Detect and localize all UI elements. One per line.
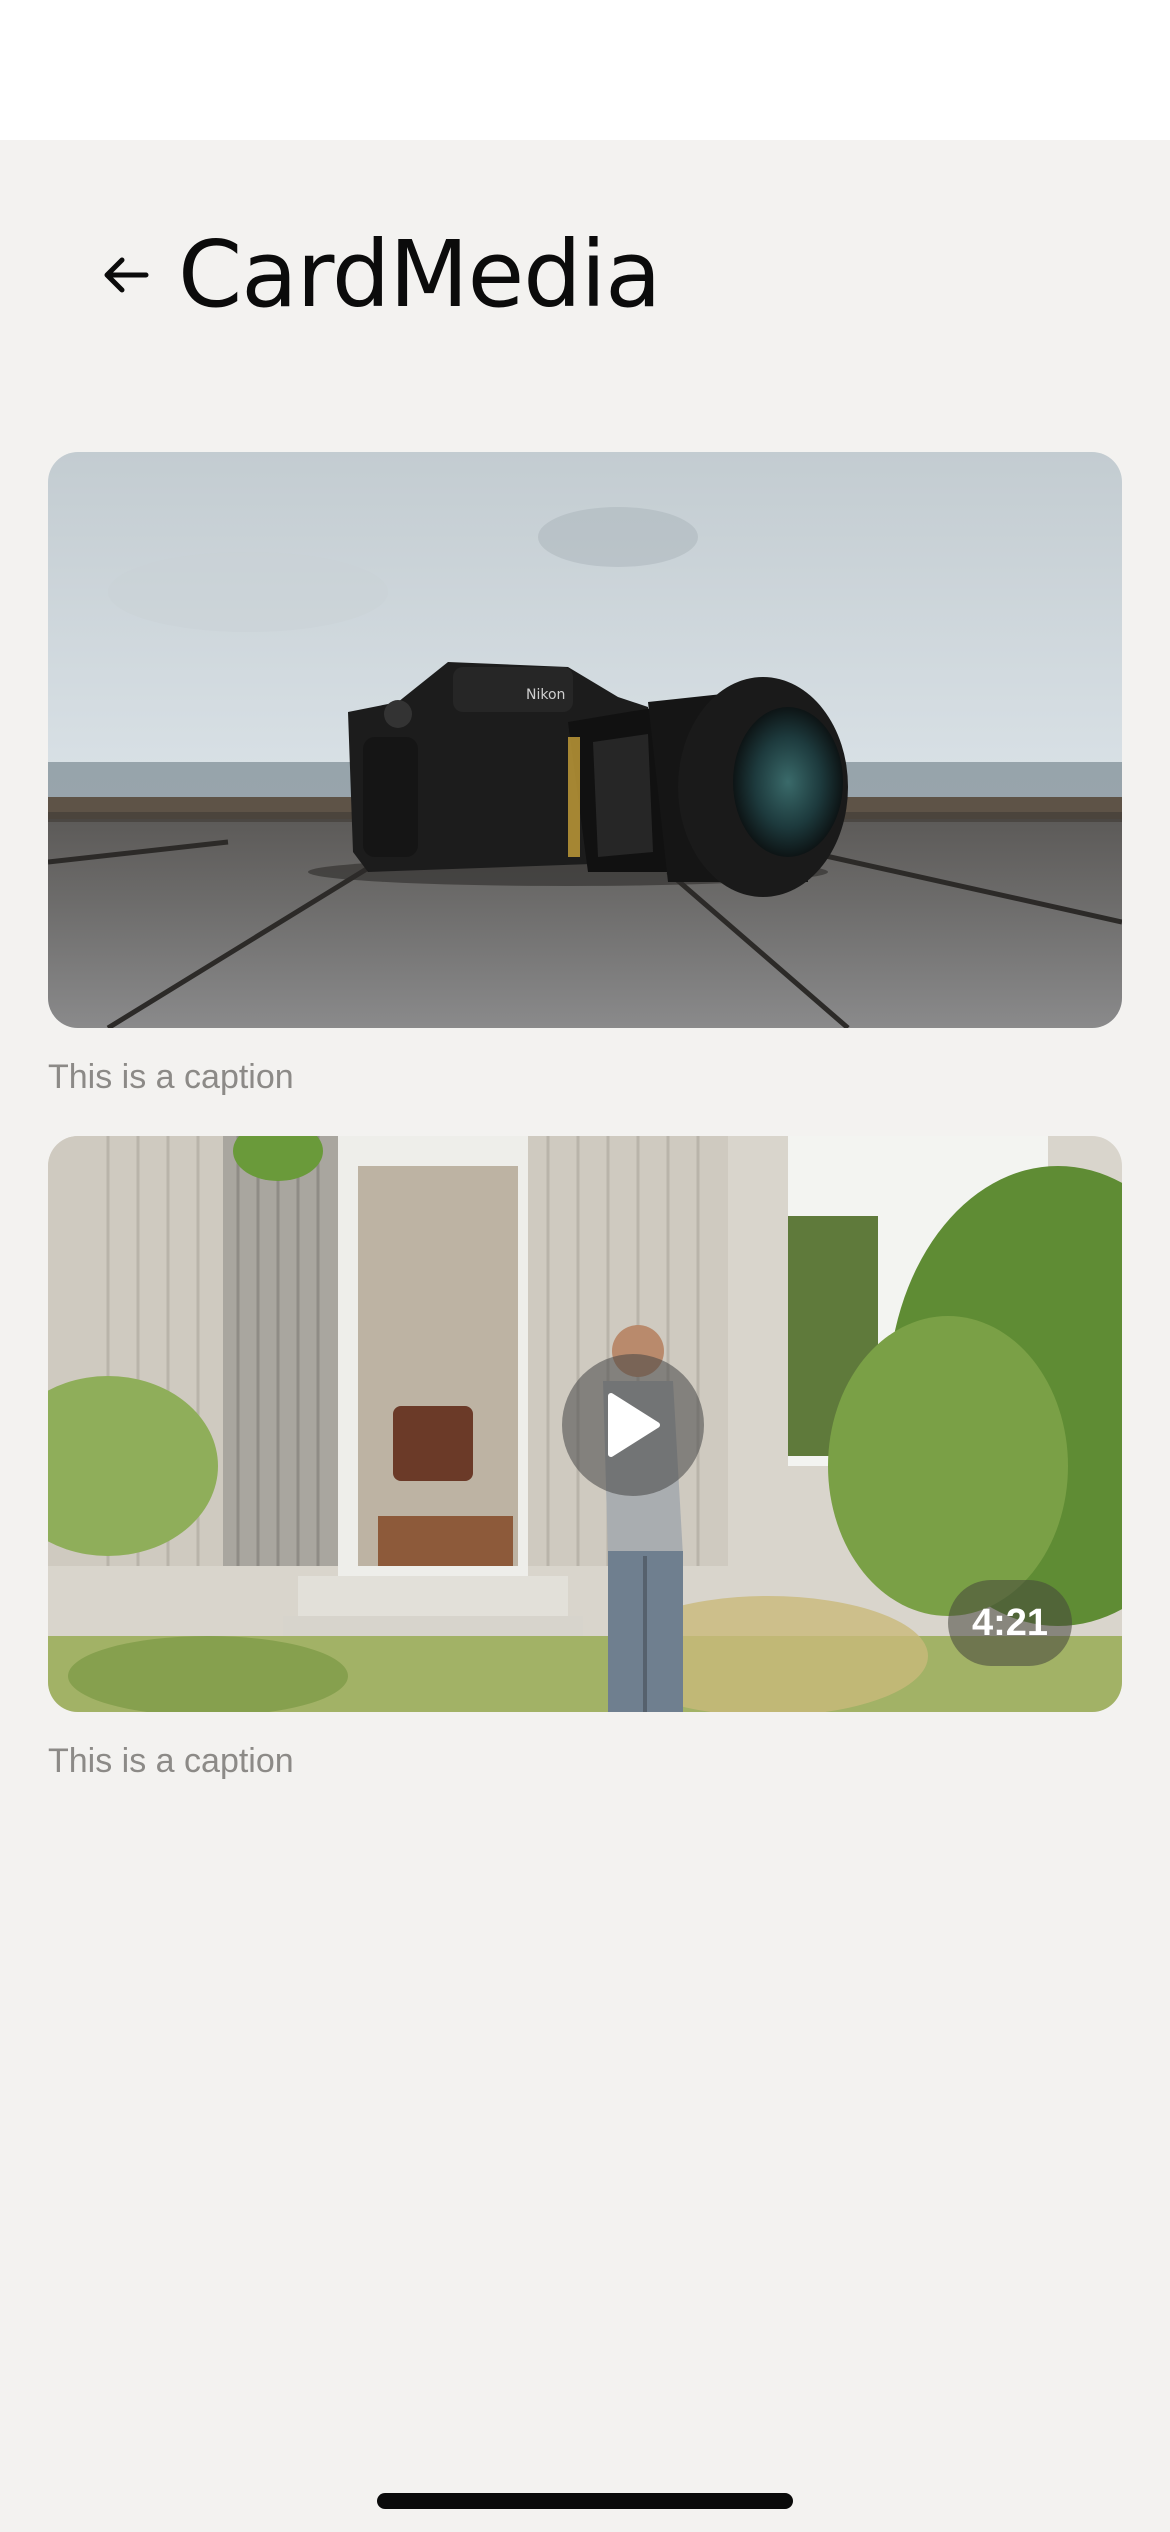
camera-photo: Nikon bbox=[48, 452, 1122, 1028]
arrow-left-icon bbox=[104, 257, 149, 293]
video-duration-badge: 4:21 bbox=[948, 1580, 1072, 1666]
card-media-image[interactable]: Nikon bbox=[48, 452, 1122, 1028]
card-caption: This is a caption bbox=[48, 1058, 294, 1096]
status-bar bbox=[0, 0, 1170, 140]
card-caption: This is a caption bbox=[48, 1742, 294, 1780]
page-title: CardMedia bbox=[178, 221, 662, 328]
home-indicator[interactable] bbox=[377, 2493, 793, 2509]
card-media-video[interactable]: 4:21 bbox=[48, 1136, 1122, 1712]
svg-text:Nikon: Nikon bbox=[526, 687, 565, 703]
page-header: CardMedia bbox=[96, 220, 662, 330]
play-icon bbox=[608, 1393, 660, 1457]
play-button[interactable] bbox=[562, 1354, 704, 1496]
back-button[interactable] bbox=[96, 245, 156, 305]
